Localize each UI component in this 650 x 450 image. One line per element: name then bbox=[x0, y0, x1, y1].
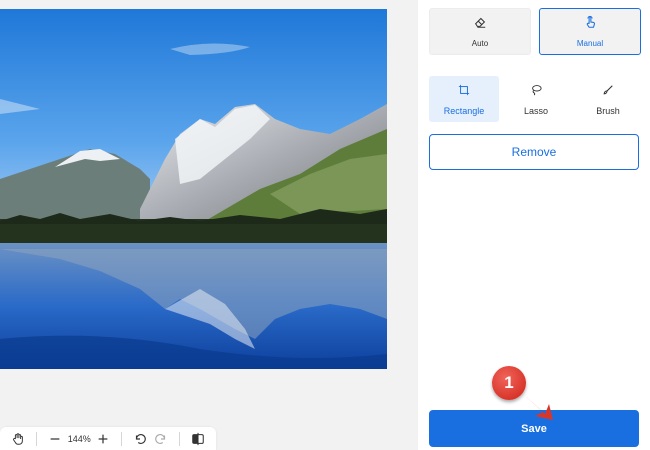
rectangle-tool-label: Rectangle bbox=[443, 105, 485, 116]
rectangle-tool-button[interactable]: Rectangle bbox=[429, 76, 499, 122]
toolbar-divider bbox=[121, 432, 123, 446]
selection-tools: Rectangle Lasso Brush bbox=[429, 76, 643, 122]
toolbar-divider bbox=[178, 432, 180, 446]
mountain-lake-photo[interactable] bbox=[0, 9, 387, 369]
callout-arrow bbox=[521, 392, 553, 420]
canvas-toolbar: 144% bbox=[0, 427, 216, 450]
rectangle-select-icon bbox=[458, 83, 470, 101]
eraser-icon bbox=[473, 15, 487, 34]
lasso-tool-button[interactable]: Lasso bbox=[501, 76, 571, 122]
mode-selector: Auto Manual bbox=[429, 8, 641, 55]
hand-pointer-icon bbox=[583, 15, 597, 34]
brush-tool-label: Brush bbox=[596, 105, 620, 116]
brush-icon bbox=[602, 83, 614, 101]
redo-icon[interactable] bbox=[151, 428, 171, 450]
auto-mode-label: Auto bbox=[471, 39, 489, 48]
remove-button[interactable]: Remove bbox=[429, 134, 639, 170]
manual-mode-label: Manual bbox=[576, 39, 604, 48]
lasso-icon bbox=[530, 83, 542, 101]
tools-panel: Auto Manual Rectangle Lasso Brush Remove… bbox=[418, 0, 650, 450]
undo-icon[interactable] bbox=[130, 428, 150, 450]
zoom-in-icon[interactable] bbox=[93, 428, 113, 450]
brush-tool-button[interactable]: Brush bbox=[573, 76, 643, 122]
auto-mode-button[interactable]: Auto bbox=[429, 8, 531, 55]
lasso-tool-label: Lasso bbox=[523, 105, 549, 116]
manual-mode-button[interactable]: Manual bbox=[539, 8, 641, 55]
zoom-out-icon[interactable] bbox=[45, 428, 65, 450]
compare-icon[interactable] bbox=[188, 428, 208, 450]
canvas-area: 144% bbox=[0, 0, 418, 450]
callout-number-badge: 1 bbox=[492, 366, 526, 400]
toolbar-divider bbox=[36, 432, 38, 446]
hand-icon[interactable] bbox=[8, 428, 28, 450]
zoom-level: 144% bbox=[67, 434, 91, 444]
